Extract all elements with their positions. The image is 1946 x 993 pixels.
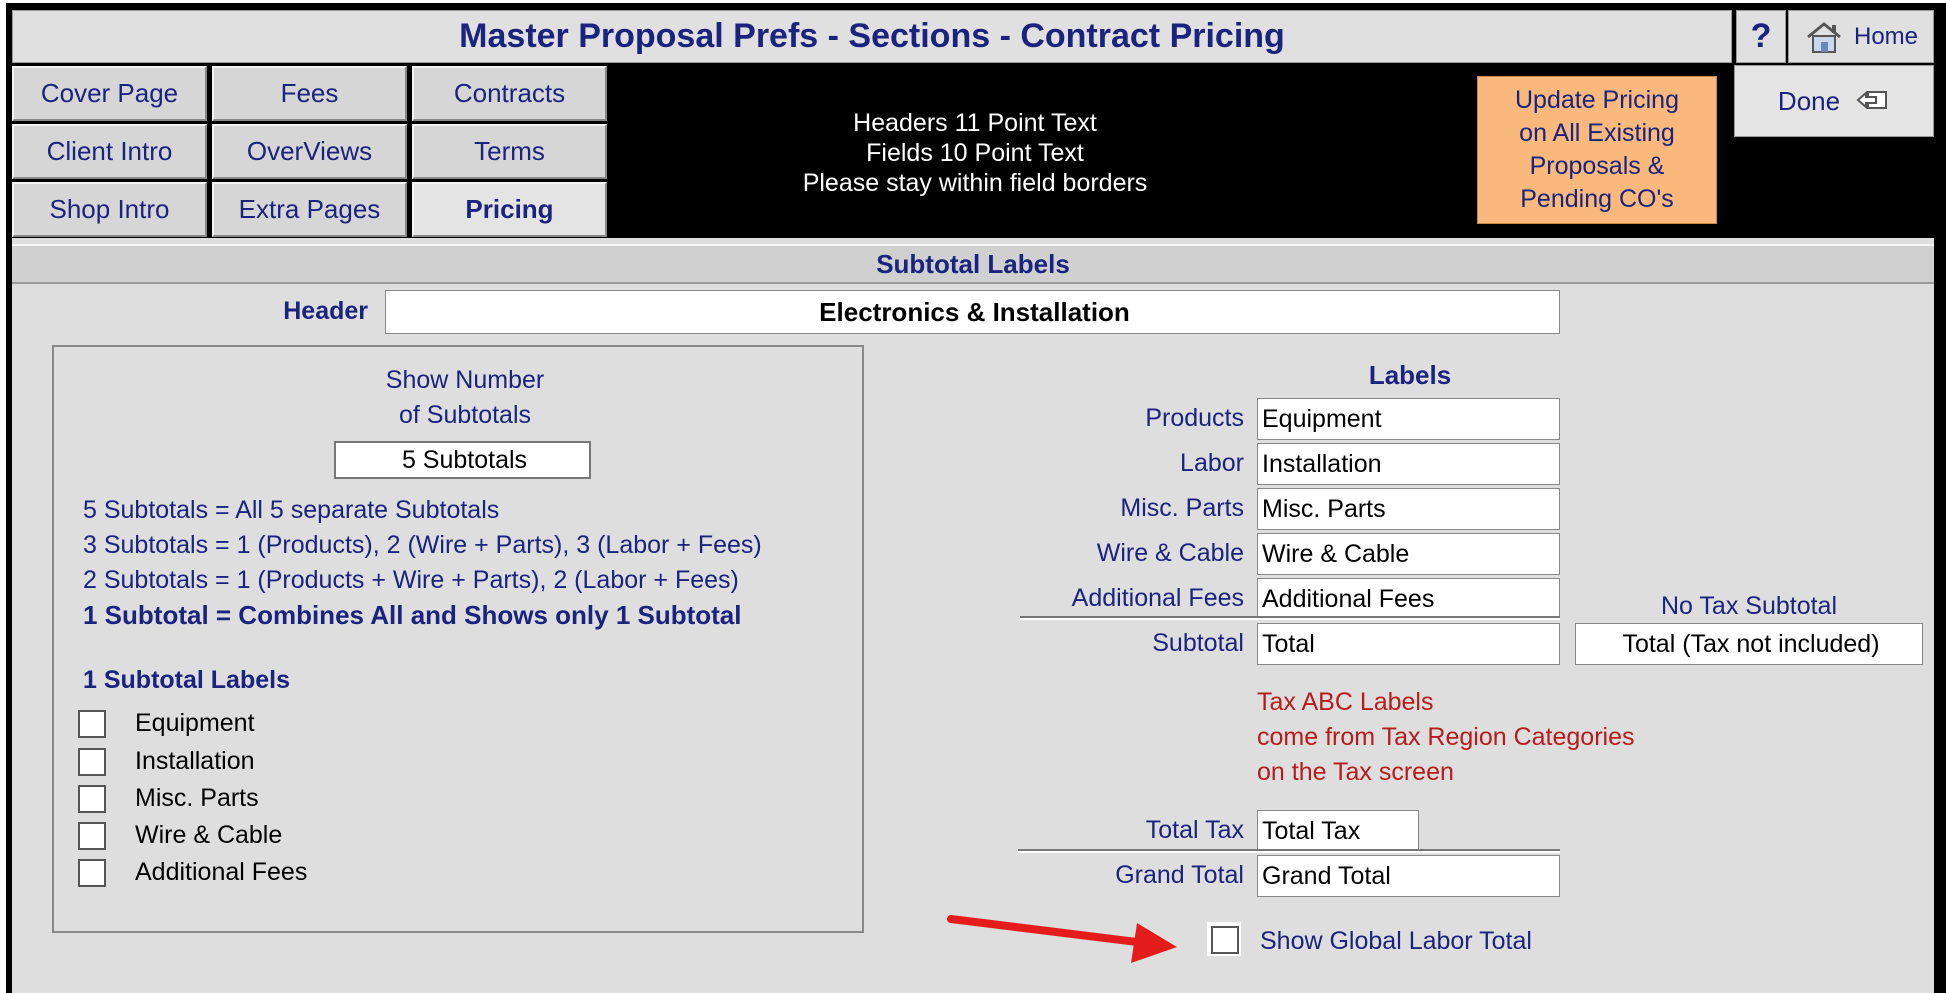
page-title: Master Proposal Prefs - Sections - Contr… <box>12 10 1732 63</box>
home-icon <box>1807 21 1841 53</box>
additional-fees-label: Additional Fees <box>135 858 308 886</box>
info-line-3: Please stay within field borders <box>802 169 1148 197</box>
misc-parts-row-label: Misc. Parts <box>1120 494 1244 522</box>
global-labor-label: Show Global Labor Total <box>1260 927 1532 955</box>
return-icon <box>1856 90 1888 110</box>
tab-extra-pages[interactable]: Extra Pages <box>212 182 407 237</box>
misc-parts-label: Misc. Parts <box>135 784 259 812</box>
no-tax-subtotal-field[interactable]: Total (Tax not included) <box>1575 623 1923 665</box>
subtotal-descriptions: 5 Subtotals = All 5 separate Subtotals 3… <box>83 493 863 633</box>
header-label: Header <box>283 297 368 325</box>
grand-total-field[interactable]: Grand Total <box>1257 855 1560 897</box>
no-tax-subtotal-label: No Tax Subtotal <box>1660 592 1838 620</box>
products-field[interactable]: Equipment <box>1257 398 1560 440</box>
products-label: Products <box>1145 404 1244 432</box>
info-line-2: Fields 10 Point Text <box>866 139 1084 167</box>
tab-cover-page[interactable]: Cover Page <box>12 66 207 121</box>
header-field[interactable]: Electronics & Installation <box>385 290 1560 334</box>
misc-parts-checkbox[interactable] <box>78 785 106 813</box>
show-number-label: Show Number of Subtotals <box>330 363 600 433</box>
wire-cable-label: Wire & Cable <box>135 821 283 849</box>
tab-client-intro[interactable]: Client Intro <box>12 124 207 179</box>
labor-field[interactable]: Installation <box>1257 443 1560 485</box>
total-tax-label: Total Tax <box>1145 816 1244 844</box>
wire-cable-field[interactable]: Wire & Cable <box>1257 533 1560 575</box>
tab-fees[interactable]: Fees <box>212 66 407 121</box>
wire-cable-checkbox[interactable] <box>78 822 106 850</box>
tax-note-line-2: come from Tax Region Categories <box>1257 723 1635 751</box>
equipment-checkbox[interactable] <box>78 710 106 738</box>
one-subtotal-heading: 1 Subtotal Labels <box>83 666 290 694</box>
tab-shop-intro[interactable]: Shop Intro <box>12 182 207 237</box>
equipment-label: Equipment <box>135 709 255 737</box>
grand-total-label: Grand Total <box>1115 861 1244 889</box>
done-button[interactable]: Done <box>1734 65 1934 137</box>
labor-label: Labor <box>1180 449 1244 477</box>
description-5: 5 Subtotals = All 5 separate Subtotals <box>83 496 500 524</box>
tax-note-line-1: Tax ABC Labels <box>1257 688 1434 716</box>
wire-cable-row-label: Wire & Cable <box>1096 539 1244 567</box>
format-info: Headers 11 Point Text Fields 10 Point Te… <box>640 108 1310 198</box>
tab-pricing[interactable]: Pricing <box>412 182 607 237</box>
description-1: 1 Subtotal = Combines All and Shows only… <box>83 600 742 630</box>
tax-note-line-3: on the Tax screen <box>1257 758 1454 786</box>
info-line-1: Headers 11 Point Text <box>853 109 1097 137</box>
home-label: Home <box>1853 22 1919 50</box>
subtotal-label: Subtotal <box>1152 629 1244 657</box>
update-pricing-button[interactable]: Update Pricing on All Existing Proposals… <box>1477 76 1717 224</box>
show-number-line-1: Show Number <box>385 366 545 394</box>
subtotal-field[interactable]: Total <box>1257 623 1560 665</box>
description-2: 2 Subtotals = 1 (Products + Wire + Parts… <box>83 566 739 594</box>
installation-checkbox[interactable] <box>78 748 106 776</box>
tab-terms[interactable]: Terms <box>412 124 607 179</box>
help-button[interactable]: ? <box>1736 10 1786 63</box>
grand-total-divider <box>1018 849 1560 853</box>
done-label: Done <box>1777 85 1841 116</box>
subtotal-count-select[interactable]: 5 Subtotals <box>334 441 591 479</box>
help-label: ? <box>1750 17 1772 55</box>
misc-parts-field[interactable]: Misc. Parts <box>1257 488 1560 530</box>
tax-note: Tax ABC Labels come from Tax Region Cate… <box>1257 685 1757 790</box>
red-arrow-annotation <box>947 915 1177 963</box>
total-tax-field[interactable]: Total Tax <box>1257 810 1419 852</box>
description-3: 3 Subtotals = 1 (Products), 2 (Wire + Pa… <box>83 531 762 559</box>
additional-fees-field[interactable]: Additional Fees <box>1257 578 1560 620</box>
global-labor-checkbox[interactable] <box>1211 926 1239 954</box>
additional-fees-row-label: Additional Fees <box>1071 584 1244 612</box>
tab-overviews[interactable]: OverViews <box>212 124 407 179</box>
additional-fees-checkbox[interactable] <box>78 859 106 887</box>
section-title: Subtotal Labels <box>12 244 1934 284</box>
home-button[interactable]: Home <box>1788 10 1934 63</box>
tab-contracts[interactable]: Contracts <box>412 66 607 121</box>
show-number-line-2: of Subtotals <box>398 401 532 429</box>
labels-heading: Labels <box>1368 360 1452 390</box>
subtotal-divider <box>1020 616 1560 620</box>
installation-label: Installation <box>135 747 255 775</box>
